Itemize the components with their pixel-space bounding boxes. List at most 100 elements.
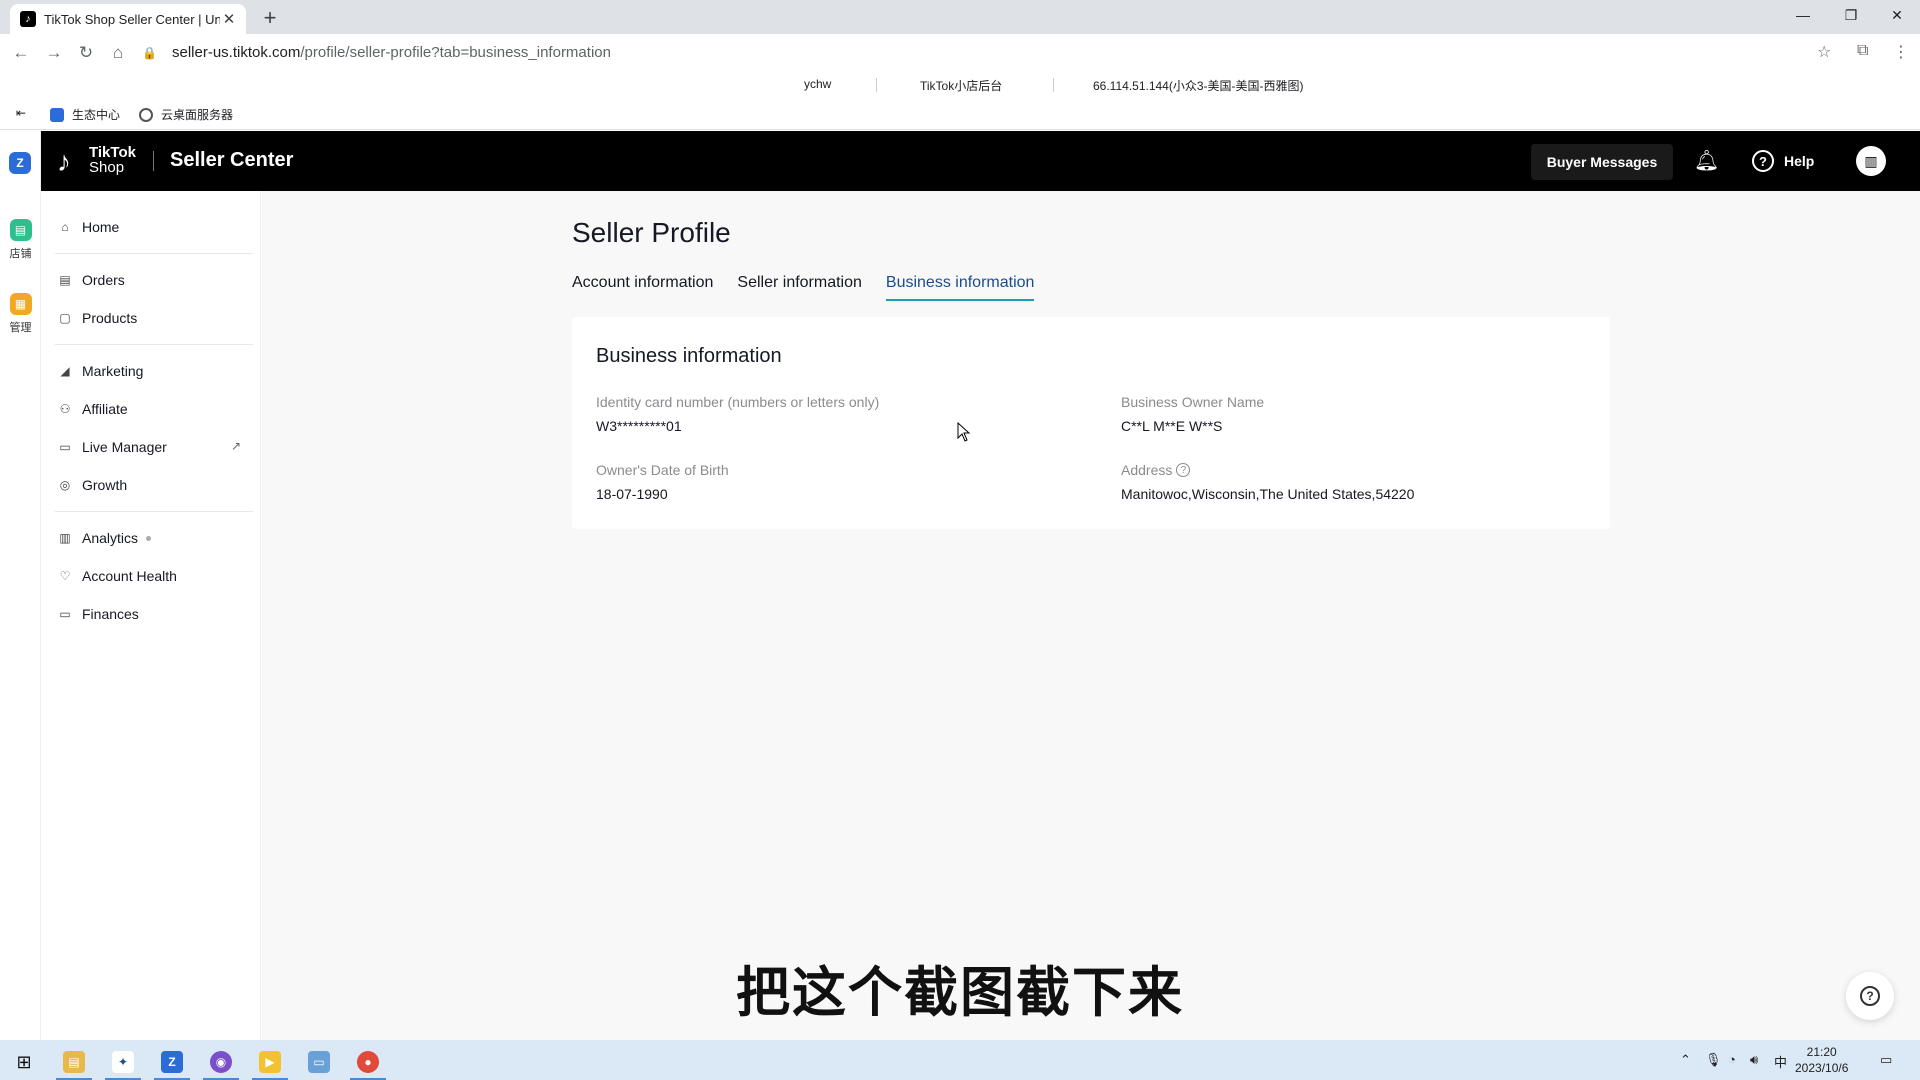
close-window-button[interactable]: ✕ <box>1874 0 1920 30</box>
manage-icon: ▦ <box>9 293 32 315</box>
field-label: Identity card number (numbers or letters… <box>596 394 880 410</box>
sidebar-item-label: Account Health <box>82 568 177 584</box>
app-title: Seller Center <box>170 149 294 171</box>
sidebar-item-home[interactable]: ⌂ Home <box>58 217 119 237</box>
floating-help-button[interactable]: ? <box>1846 972 1894 1020</box>
products-icon: ▢ <box>59 311 71 325</box>
sidebar-item-orders[interactable]: ▤ Orders <box>58 270 125 290</box>
tray-chevron-icon[interactable]: ⌃ <box>1680 1052 1691 1068</box>
sidebar-item-label: Orders <box>82 272 125 288</box>
browser-tabbar: ♪ TikTok Shop Seller Center | Un ✕ + — ❐… <box>0 0 1920 34</box>
card-title: Business information <box>596 345 782 367</box>
microphone-icon[interactable]: 🎙︎ <box>1705 1052 1722 1068</box>
profile-infobar: ychw TikTok小店后台 66.114.51.144(小众3-美国-美国-… <box>0 70 1920 98</box>
infobar-platform: TikTok小店后台 <box>920 79 1003 93</box>
sidebar-item-finances[interactable]: ▭ Finances <box>58 604 138 624</box>
bookmark-ecosystem[interactable]: 生态中心 <box>50 106 120 123</box>
megaphone-icon: ◢ <box>60 364 70 378</box>
mouse-cursor-icon <box>957 422 971 442</box>
volume-icon[interactable]: 🔊︎ <box>1750 1052 1758 1068</box>
sidebar-item-marketing[interactable]: ◢ Marketing <box>58 361 143 381</box>
forward-icon[interactable]: → <box>43 42 65 64</box>
windows-start-icon[interactable]: ⊞ <box>4 1044 44 1080</box>
url-host: seller-us.tiktok.com <box>172 43 301 61</box>
globe-icon <box>139 107 153 122</box>
wallet-icon: ▭ <box>59 607 71 621</box>
url-input[interactable]: 🔒 seller-us.tiktok.com/profile/seller-pr… <box>142 37 1822 67</box>
strip-item-label: 管理 <box>9 322 32 334</box>
field-value: 18-07-1990 <box>596 486 668 502</box>
bookmark-star-icon[interactable]: ☆ <box>1817 42 1831 62</box>
strip-item-manage[interactable]: ▦ 管理 <box>0 293 41 335</box>
home-icon[interactable]: ⌂ <box>107 42 129 64</box>
browser-menu-icon[interactable]: ⋮ <box>1893 42 1909 62</box>
sidebar: ⌂ Home ▤ Orders ▢ Products ◢ Marketing ⚇ Affi… <box>41 191 261 1040</box>
home-icon: ⌂ <box>61 220 69 234</box>
sidebar-item-label: Analytics <box>82 530 139 546</box>
tab-seller-information[interactable]: Seller information <box>737 274 862 301</box>
restore-button[interactable]: ❐ <box>1828 0 1874 30</box>
app-blue-icon[interactable]: ▭ <box>299 1044 339 1080</box>
strip-item-store[interactable]: ▤ 店铺 <box>0 219 41 261</box>
logo-line2: Shop <box>89 159 125 176</box>
store-icon: ▤ <box>9 219 32 241</box>
taskbar-clock[interactable]: 21:20 2023/10/6 <box>1795 1044 1848 1076</box>
minimize-button[interactable]: — <box>1780 0 1826 30</box>
launcher-logo-icon[interactable]: Z <box>9 152 31 174</box>
browser-tab[interactable]: ♪ TikTok Shop Seller Center | Un ✕ <box>10 4 246 34</box>
sidebar-item-affiliate[interactable]: ⚇ Affiliate <box>58 399 128 419</box>
bell-icon[interactable]: 🔔︎ <box>1694 148 1719 173</box>
extensions-icon[interactable]: ⧉ <box>1857 42 1868 60</box>
sidebar-item-label: Live Manager <box>82 439 167 455</box>
sidebar-item-analytics[interactable]: ▥ Analytics <box>58 528 152 548</box>
external-link-icon[interactable]: ↗ <box>231 439 241 453</box>
info-icon[interactable]: ? <box>1176 463 1191 477</box>
business-owner-field: Business Owner Name C**L M**E W**S <box>1121 394 1264 434</box>
close-tab-icon[interactable]: ✕ <box>220 10 238 28</box>
tab-account-information[interactable]: Account information <box>572 274 713 301</box>
divider <box>876 78 877 92</box>
sidebar-item-label: Home <box>82 219 120 235</box>
reload-icon[interactable]: ↻ <box>75 42 97 64</box>
sidebar-item-live-manager[interactable]: ▭ Live Manager <box>58 437 167 457</box>
bookmark-label: 云桌面服务器 <box>161 108 234 122</box>
app-purple-icon[interactable]: ◉ <box>201 1044 241 1080</box>
address-label-text: Address <box>1121 462 1173 478</box>
ime-indicator[interactable]: 中 <box>1774 1052 1787 1071</box>
store-avatar-icon[interactable]: ▥ <box>1856 146 1886 176</box>
address-field: Address? Manitowoc,Wisconsin,The United … <box>1121 462 1414 502</box>
app-z-icon[interactable]: Z <box>152 1044 192 1080</box>
identity-card-field: Identity card number (numbers or letters… <box>596 394 879 434</box>
question-icon: ? <box>1860 986 1880 1006</box>
clock-date: 2023/10/6 <box>1795 1061 1849 1075</box>
shield-icon: ♡ <box>59 569 71 583</box>
network-icon[interactable]: ◔ <box>1728 1052 1736 1067</box>
tiktok-shop-logo[interactable]: TikTok Shop <box>89 145 136 175</box>
sidebar-item-growth[interactable]: ◎ Growth <box>58 475 127 495</box>
help-button[interactable]: ? Help <box>1752 150 1814 172</box>
new-tab-button[interactable]: + <box>258 5 282 31</box>
tab-business-information[interactable]: Business information <box>885 274 1035 301</box>
bookmark-cloud-desktop[interactable]: 云桌面服务器 <box>139 106 233 123</box>
lock-icon: 🔒 <box>142 46 157 60</box>
app-recorder-icon[interactable]: ▶ <box>250 1044 290 1080</box>
buyer-messages-button[interactable]: Buyer Messages <box>1531 144 1673 180</box>
field-value: C**L M**E W**S <box>1121 418 1223 434</box>
sidebar-item-label: Products <box>82 310 138 326</box>
back-icon[interactable]: ← <box>10 42 32 64</box>
divider <box>55 253 253 254</box>
notification-icon[interactable]: ▭ <box>1880 1052 1892 1068</box>
windows-taskbar: ⊞ ▤ ✦ Z ◉ ▶ ▭ ● ⌃ 🎙︎ ◔ 🔊︎ 中 21:20 2023/1… <box>0 1040 1920 1080</box>
exit-icon[interactable]: ⇤ <box>16 106 26 120</box>
sidebar-item-products[interactable]: ▢ Products <box>58 308 137 328</box>
chrome-icon[interactable]: ● <box>348 1044 388 1080</box>
app-header: ♪ TikTok Shop Seller Center Buyer Messag… <box>41 131 1920 191</box>
divider <box>55 511 253 512</box>
tiktok-logo-icon[interactable]: ♪ <box>57 146 71 178</box>
sidebar-item-label: Affiliate <box>82 401 128 417</box>
app-bird-icon[interactable]: ✦ <box>103 1044 143 1080</box>
sidebar-item-account-health[interactable]: ♡ Account Health <box>58 566 177 586</box>
file-explorer-icon[interactable]: ▤ <box>54 1044 94 1080</box>
sidebar-item-label: Growth <box>82 477 128 493</box>
app-launcher-strip: Z ▤ 店铺 ▦ 管理 <box>0 131 41 1040</box>
